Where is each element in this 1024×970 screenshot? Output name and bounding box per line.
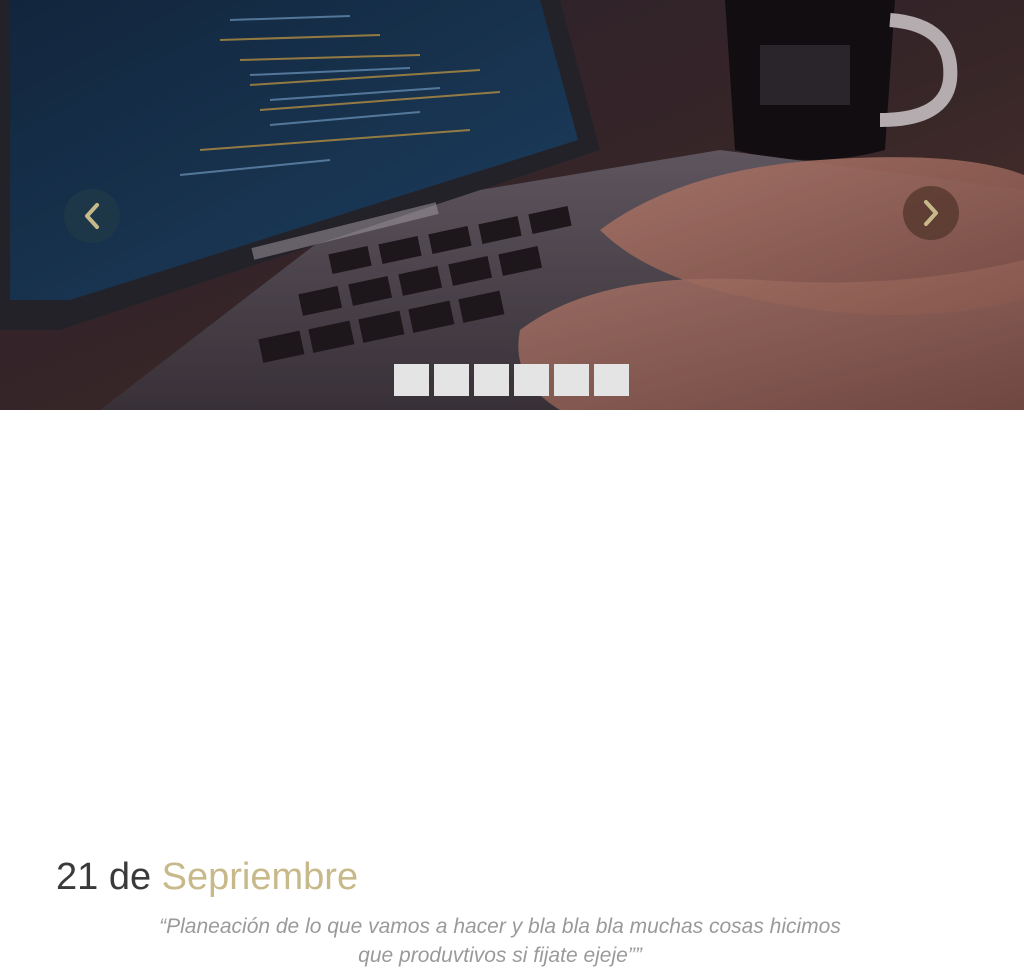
slide-dot-4[interactable]	[514, 364, 549, 396]
slide-dot-5[interactable]	[554, 364, 589, 396]
hero-image	[0, 0, 1024, 410]
slide-caption: 21 de Sepriembre “Planeación de lo que v…	[0, 410, 1024, 967]
slide-dot-1[interactable]	[394, 364, 429, 396]
slide-dot-2[interactable]	[434, 364, 469, 396]
caption-quote-line-1: “Planeación de lo que vamos a hacer y bl…	[159, 915, 841, 938]
next-slide-button[interactable]	[903, 186, 959, 240]
chevron-right-icon	[924, 200, 938, 226]
chevron-left-icon	[85, 203, 99, 229]
caption-date-title: 21 de Sepriembre	[56, 856, 358, 899]
caption-quote-line-2: que produvtivos si fijate ejeje””	[358, 944, 642, 967]
previous-slide-button[interactable]	[64, 189, 120, 243]
caption-quote: “Planeación de lo que vamos a hacer y bl…	[100, 912, 900, 970]
slide-dot-3[interactable]	[474, 364, 509, 396]
caption-date-number: 21 de	[56, 856, 152, 898]
slide-dot-6[interactable]	[594, 364, 629, 396]
slide-pagination	[394, 364, 629, 396]
hero-slider	[0, 0, 1024, 410]
caption-date-month: Sepriembre	[161, 856, 359, 898]
